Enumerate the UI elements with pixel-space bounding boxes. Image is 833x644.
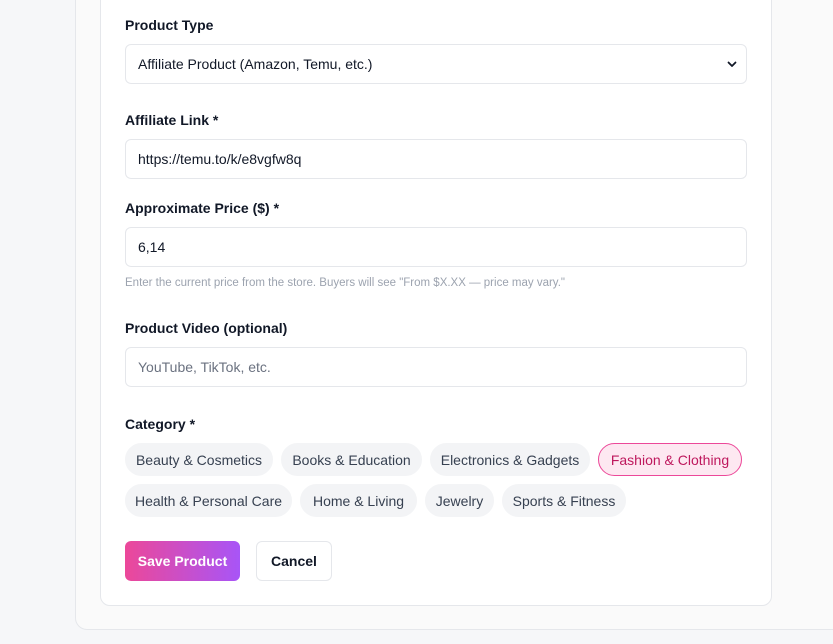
- category-chip-jewelry[interactable]: Jewelry: [425, 484, 494, 517]
- category-chip-fashion[interactable]: Fashion & Clothing: [598, 443, 742, 476]
- category-chip-beauty[interactable]: Beauty & Cosmetics: [125, 443, 273, 476]
- cancel-button[interactable]: Cancel: [256, 541, 332, 581]
- video-label: Product Video (optional): [125, 320, 288, 336]
- product-type-selected-value: Affiliate Product (Amazon, Temu, etc.): [138, 56, 373, 72]
- category-chip-electronics[interactable]: Electronics & Gadgets: [430, 443, 590, 476]
- video-input[interactable]: YouTube, TikTok, etc.: [125, 347, 747, 387]
- affiliate-link-input[interactable]: https://temu.to/k/e8vgfw8q: [125, 139, 747, 179]
- price-input[interactable]: 6,14: [125, 227, 747, 267]
- video-placeholder: YouTube, TikTok, etc.: [138, 359, 271, 375]
- category-chip-home[interactable]: Home & Living: [300, 484, 417, 517]
- chip-label: Electronics & Gadgets: [440, 451, 580, 468]
- chip-label: Health & Personal Care: [134, 492, 283, 509]
- chip-label: Fashion & Clothing: [610, 451, 730, 468]
- save-product-button[interactable]: Save Product: [125, 541, 240, 581]
- chip-label: Home & Living: [312, 492, 405, 509]
- chip-label: Beauty & Cosmetics: [135, 451, 263, 468]
- category-label: Category *: [125, 416, 196, 432]
- price-hint: Enter the current price from the store. …: [125, 277, 565, 289]
- price-value: 6,14: [138, 239, 166, 255]
- category-chip-books[interactable]: Books & Education: [281, 443, 422, 476]
- chevron-down-icon: [727, 61, 737, 67]
- chip-label: Jewelry: [435, 492, 484, 509]
- price-label: Approximate Price ($) *: [125, 200, 280, 216]
- chip-label: Sports & Fitness: [512, 492, 616, 509]
- affiliate-link-label: Affiliate Link *: [125, 112, 219, 128]
- product-type-label: Product Type: [125, 17, 214, 33]
- category-chip-sports[interactable]: Sports & Fitness: [502, 484, 626, 517]
- category-chip-health[interactable]: Health & Personal Care: [125, 484, 292, 517]
- product-type-select[interactable]: Affiliate Product (Amazon, Temu, etc.): [125, 44, 747, 84]
- affiliate-link-value: https://temu.to/k/e8vgfw8q: [138, 151, 302, 167]
- chip-label: Books & Education: [292, 451, 411, 468]
